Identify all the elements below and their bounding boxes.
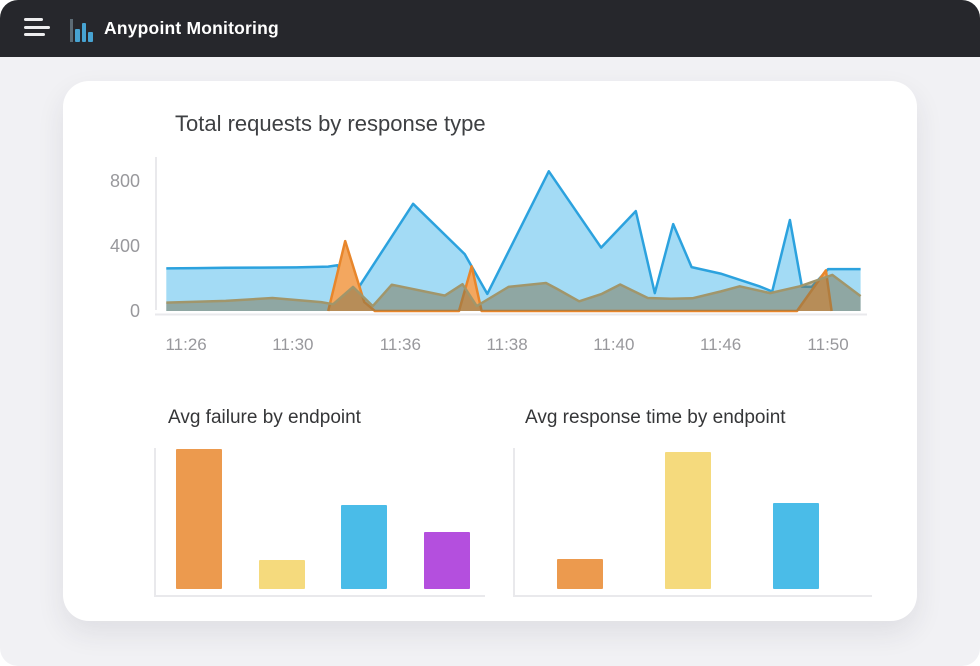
x-tick-label: 11:46 bbox=[681, 335, 761, 355]
bar-yellow bbox=[665, 452, 711, 589]
x-tick-label: 11:38 bbox=[467, 335, 547, 355]
logo-bar bbox=[75, 29, 80, 42]
bar-blue bbox=[773, 503, 819, 589]
bar-chart-response-time-plot bbox=[557, 446, 819, 589]
bar-blue bbox=[341, 505, 387, 589]
y-axis-line bbox=[154, 448, 156, 597]
app-window: Anypoint Monitoring Total requests by re… bbox=[0, 0, 980, 666]
bar-chart-title-response-time: Avg response time by endpoint bbox=[525, 407, 786, 429]
bar-yellow bbox=[259, 560, 305, 589]
dashboard-card: Total requests by response type 8004000 … bbox=[63, 81, 917, 621]
app-title: Anypoint Monitoring bbox=[104, 0, 279, 57]
area-chart-plot bbox=[155, 157, 867, 319]
bar-purple bbox=[424, 532, 470, 589]
x-tick-label: 11:30 bbox=[253, 335, 333, 355]
x-tick-label: 11:26 bbox=[146, 335, 226, 355]
menu-button[interactable] bbox=[24, 18, 52, 40]
area-chart-title: Total requests by response type bbox=[175, 111, 486, 137]
x-tick-label: 11:50 bbox=[788, 335, 868, 355]
bar-chart-failure-plot bbox=[176, 446, 470, 589]
app-header: Anypoint Monitoring bbox=[0, 0, 980, 57]
y-tick-label: 400 bbox=[75, 235, 140, 257]
x-axis-line bbox=[154, 595, 485, 597]
hamburger-icon bbox=[24, 18, 43, 21]
y-tick-label: 800 bbox=[75, 170, 140, 192]
y-axis-line bbox=[513, 448, 515, 597]
x-tick-label: 11:36 bbox=[360, 335, 440, 355]
bar-chart-title-failure: Avg failure by endpoint bbox=[168, 407, 361, 429]
logo-bar bbox=[88, 32, 93, 42]
y-tick-label: 0 bbox=[75, 300, 140, 322]
logo-bar bbox=[82, 23, 87, 42]
bar-orange bbox=[176, 449, 222, 589]
bar-chart-logo-icon bbox=[70, 16, 96, 42]
x-tick-label: 11:40 bbox=[574, 335, 654, 355]
x-axis-line bbox=[513, 595, 872, 597]
bar-orange bbox=[557, 559, 603, 589]
